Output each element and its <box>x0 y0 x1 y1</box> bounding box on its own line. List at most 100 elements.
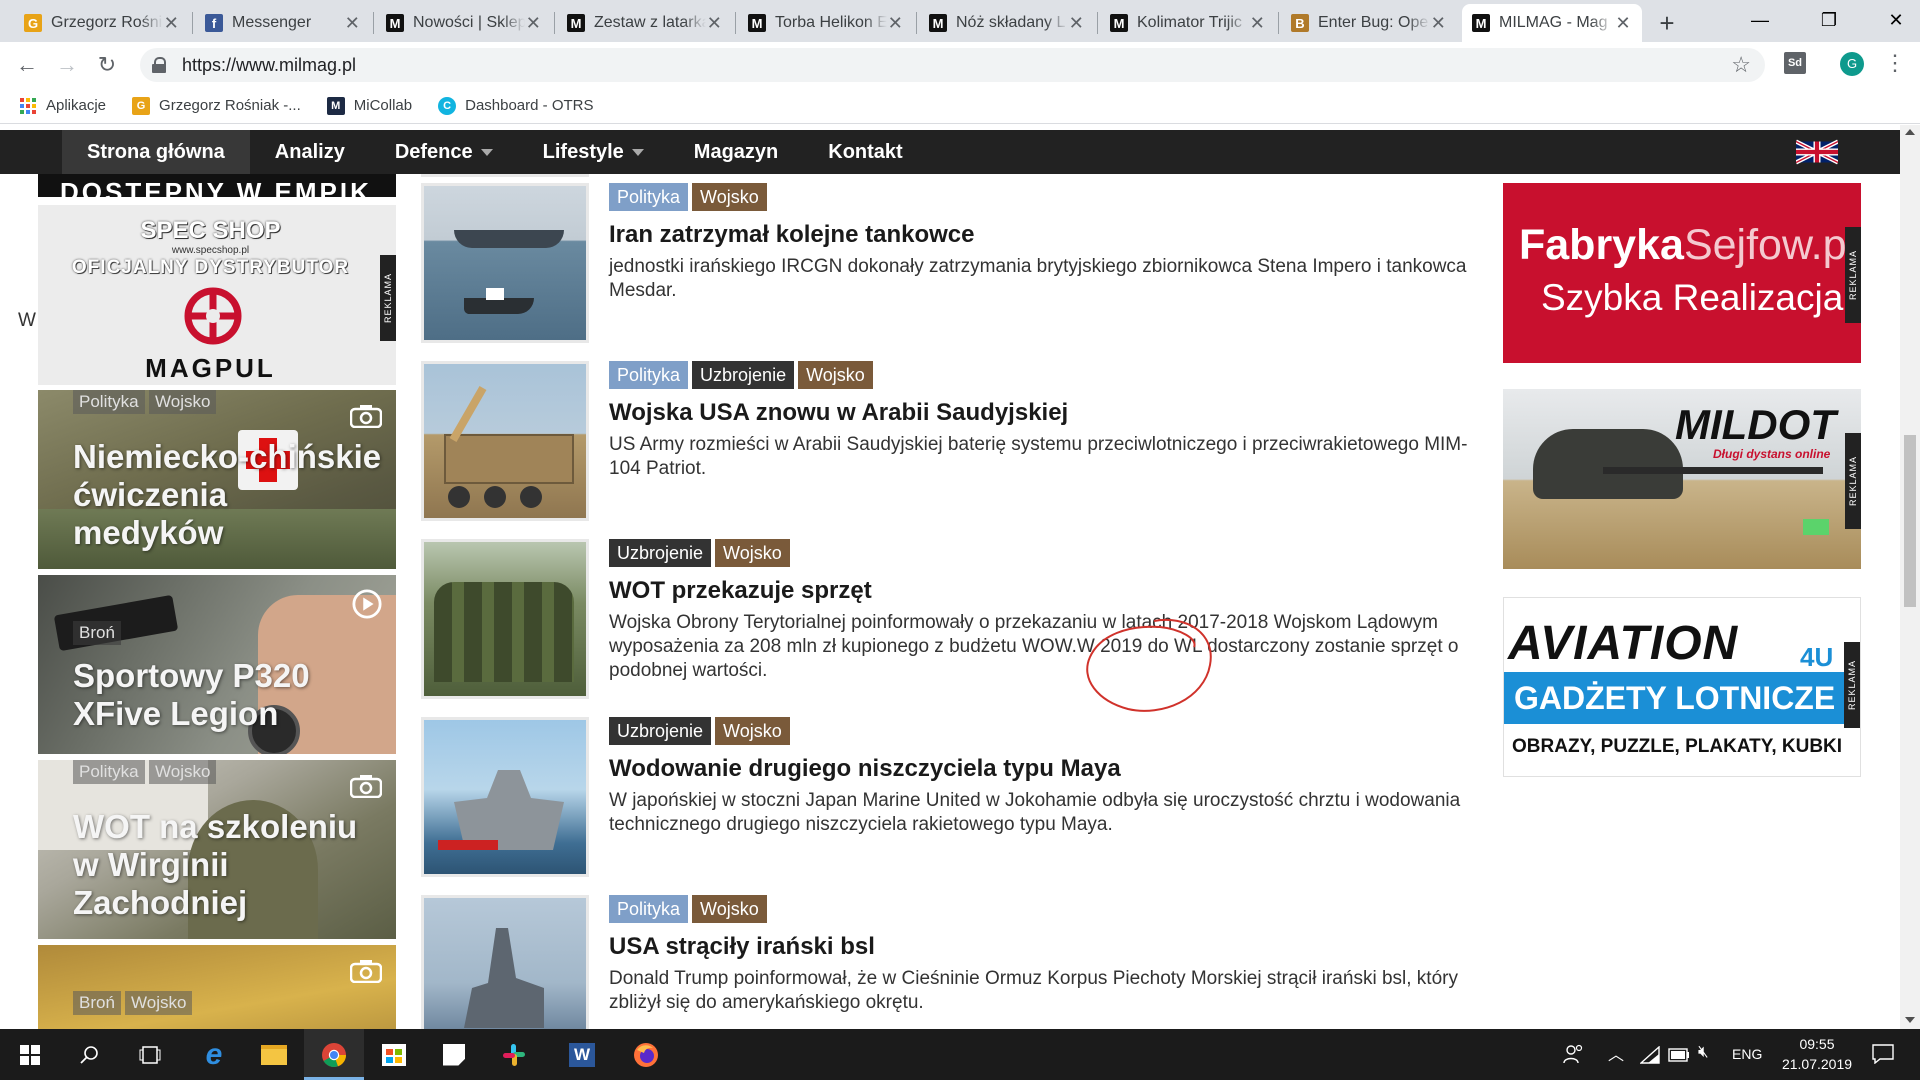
article-thumbnail[interactable] <box>421 717 589 877</box>
wifi-icon[interactable] <box>1640 1046 1660 1064</box>
nav-lifestyle[interactable]: Lifestyle <box>518 130 669 174</box>
browser-menu-icon[interactable]: ⋮ <box>1884 50 1906 76</box>
featured-card[interactable]: Polityka Wojsko WOT na szkoleniu w Wirgi… <box>38 760 396 939</box>
bookmark-item[interactable]: C Dashboard - OTRS <box>438 96 594 115</box>
task-view-button[interactable] <box>120 1029 180 1080</box>
bookmark-item[interactable]: G Grzegorz Rośniak -... <box>132 96 301 115</box>
profile-avatar[interactable]: G <box>1840 52 1864 76</box>
store-taskbar-button[interactable] <box>364 1029 424 1080</box>
notes-taskbar-button[interactable] <box>424 1029 484 1080</box>
close-tab-icon[interactable]: ✕ <box>525 13 542 34</box>
browser-tab[interactable]: M Kolimator Trijic ✕ <box>1100 4 1276 42</box>
word-taskbar-button[interactable]: W <box>552 1029 612 1080</box>
start-button[interactable] <box>0 1029 60 1080</box>
tag-uzbrojenie[interactable]: Uzbrojenie <box>609 539 712 567</box>
featured-card[interactable]: Broń Wojsko <box>38 945 396 1029</box>
nav-home[interactable]: Strona główna <box>62 130 250 174</box>
browser-tab[interactable]: M Nowości | Sklep ✕ <box>376 4 552 42</box>
page-scrollbar[interactable] <box>1900 125 1920 1029</box>
article-title[interactable]: USA strąciły irański bsl <box>609 933 875 961</box>
chrome-taskbar-button[interactable] <box>304 1029 364 1080</box>
uk-flag-icon[interactable] <box>1796 137 1838 167</box>
nav-kontakt[interactable]: Kontakt <box>803 130 927 174</box>
browser-tab[interactable]: M Torba Helikon E ✕ <box>738 4 914 42</box>
language-indicator[interactable]: ENG <box>1732 1046 1762 1062</box>
nav-analizy[interactable]: Analizy <box>250 130 370 174</box>
nav-defence[interactable]: Defence <box>370 130 518 174</box>
close-tab-icon[interactable]: ✕ <box>1614 13 1632 34</box>
article-thumbnail[interactable] <box>421 183 589 343</box>
article-thumbnail[interactable] <box>421 895 589 1029</box>
browser-tab[interactable]: f Messenger ✕ <box>195 4 371 42</box>
tag-wojsko[interactable]: Wojsko <box>149 390 217 414</box>
back-button[interactable]: ← <box>12 50 42 80</box>
action-center-icon[interactable] <box>1872 1044 1894 1064</box>
tag-uzbrojenie[interactable]: Uzbrojenie <box>609 717 712 745</box>
minimize-button[interactable]: — <box>1737 4 1783 36</box>
aviation4u-ad[interactable]: AVIATION 4U GADŻETY LOTNICZE OBRAZY, PUZ… <box>1503 597 1861 777</box>
article-title[interactable]: Wodowanie drugiego niszczyciela typu May… <box>609 755 1121 783</box>
tag-wojsko[interactable]: Wojsko <box>692 183 767 211</box>
article-thumbnail[interactable] <box>421 361 589 521</box>
new-tab-button[interactable]: + <box>1654 8 1680 39</box>
tag-polityka[interactable]: Polityka <box>73 760 145 784</box>
tag-bron[interactable]: Broń <box>73 621 121 645</box>
browser-tab[interactable]: G Grzegorz Rośniak ✕ <box>14 4 190 42</box>
forward-button[interactable]: → <box>52 50 82 80</box>
browser-tab[interactable]: B Enter Bug: Ope ✕ <box>1281 4 1457 42</box>
bookmark-item[interactable]: M MiCollab <box>326 96 412 115</box>
specshop-ad[interactable]: SPEC SHOP www.specshop.pl OFICJALNY DYST… <box>38 205 396 385</box>
extension-icon[interactable]: Sd <box>1784 52 1806 74</box>
people-icon[interactable] <box>1562 1043 1584 1065</box>
volume-muted-icon[interactable]: 🔇︎ <box>1698 1042 1709 1062</box>
close-tab-icon[interactable]: ✕ <box>706 13 723 34</box>
tag-wojsko[interactable]: Wojsko <box>715 539 790 567</box>
reload-button[interactable]: ↻ <box>92 50 122 80</box>
article-thumbnail[interactable] <box>421 539 589 699</box>
chevron-up-icon[interactable]: ︿ <box>1608 1041 1624 1065</box>
tag-wojsko[interactable]: Wojsko <box>692 895 767 923</box>
mildot-ad[interactable]: MILDOT Długi dystans online REKLAMA <box>1503 389 1861 569</box>
scrollbar-thumb[interactable] <box>1904 435 1916 607</box>
featured-card[interactable]: Broń Sportowy P320 XFive Legion <box>38 575 396 754</box>
fabryka-sejfow-ad[interactable]: FabrykaSejfow.pl Szybka Realizacja REKLA… <box>1503 183 1861 363</box>
nav-magazyn[interactable]: Magazyn <box>669 130 803 174</box>
firefox-taskbar-button[interactable] <box>616 1029 676 1080</box>
battery-icon[interactable] <box>1668 1048 1690 1062</box>
clock[interactable]: 09:55 21.07.2019 <box>1774 1034 1860 1074</box>
scroll-up-arrow-icon[interactable] <box>1905 129 1915 135</box>
slack-taskbar-button[interactable] <box>484 1029 544 1080</box>
close-tab-icon[interactable]: ✕ <box>163 13 180 34</box>
edge-taskbar-button[interactable]: e <box>184 1029 244 1080</box>
browser-tab-active[interactable]: M MILMAG - Mag ✕ <box>1462 4 1642 42</box>
article-title[interactable]: Iran zatrzymał kolejne tankowce <box>609 221 974 249</box>
maximize-button[interactable]: ❐ <box>1806 4 1852 36</box>
scroll-down-arrow-icon[interactable] <box>1905 1017 1915 1023</box>
explorer-taskbar-button[interactable] <box>244 1029 304 1080</box>
tag-bron[interactable]: Broń <box>73 991 121 1015</box>
browser-tab[interactable]: M Zestaw z latarką ✕ <box>557 4 733 42</box>
tag-polityka[interactable]: Polityka <box>609 183 689 211</box>
article-title[interactable]: WOT przekazuje sprzęt <box>609 577 872 605</box>
featured-card[interactable]: Polityka Wojsko Niemiecko-chińskie ćwicz… <box>38 390 396 569</box>
address-bar[interactable]: https://www.milmag.pl ☆ <box>140 48 1765 82</box>
bookmark-apps[interactable]: Aplikacje <box>20 97 106 114</box>
close-tab-icon[interactable]: ✕ <box>1249 13 1266 34</box>
tag-uzbrojenie[interactable]: Uzbrojenie <box>692 361 795 389</box>
close-tab-icon[interactable]: ✕ <box>1430 13 1447 34</box>
search-button[interactable] <box>60 1029 120 1080</box>
tag-polityka[interactable]: Polityka <box>609 895 689 923</box>
tag-wojsko[interactable]: Wojsko <box>125 991 193 1015</box>
tag-wojsko[interactable]: Wojsko <box>149 760 217 784</box>
close-tab-icon[interactable]: ✕ <box>1068 13 1085 34</box>
close-tab-icon[interactable]: ✕ <box>344 13 361 34</box>
browser-tab[interactable]: M Nóż składany L ✕ <box>919 4 1095 42</box>
tag-polityka[interactable]: Polityka <box>609 361 689 389</box>
tag-polityka[interactable]: Polityka <box>73 390 145 414</box>
tag-wojsko[interactable]: Wojsko <box>798 361 873 389</box>
tag-wojsko[interactable]: Wojsko <box>715 717 790 745</box>
close-tab-icon[interactable]: ✕ <box>887 13 904 34</box>
url-text[interactable]: https://www.milmag.pl <box>182 55 356 76</box>
bookmark-star-icon[interactable]: ☆ <box>1731 52 1751 78</box>
close-window-button[interactable]: ✕ <box>1873 4 1919 36</box>
